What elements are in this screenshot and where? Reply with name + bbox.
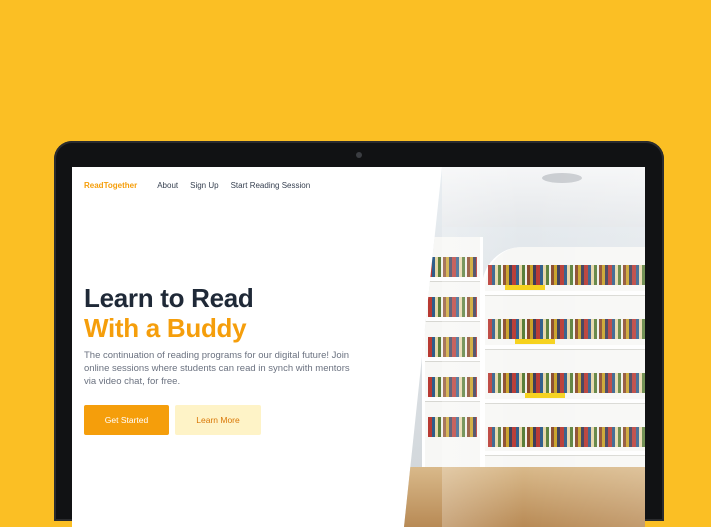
shelf-board [485, 291, 645, 295]
book-row [488, 373, 645, 393]
shelf-board [425, 397, 480, 401]
learn-more-button[interactable]: Learn More [175, 405, 261, 435]
bookshelf-near [482, 247, 645, 497]
book-row [428, 377, 477, 397]
nav-link-start-reading-session[interactable]: Start Reading Session [231, 181, 311, 190]
book-row [428, 297, 477, 317]
shelf-board [425, 317, 480, 321]
shelf-board [425, 357, 480, 361]
book-row [428, 417, 477, 437]
brand-logo[interactable]: ReadTogether [84, 181, 137, 190]
library-photo [404, 167, 645, 527]
shelf-board [425, 277, 480, 281]
wood-floor [404, 467, 645, 527]
book-row [488, 427, 645, 447]
webcam-dot [356, 152, 362, 158]
book-row [488, 319, 645, 339]
shelf-board [485, 345, 645, 349]
shelf-board [485, 399, 645, 403]
nav-link-sign-up[interactable]: Sign Up [190, 181, 218, 190]
book-row [428, 257, 477, 277]
shelf-label [515, 339, 555, 344]
hero-title: Learn to Read With a Buddy [84, 283, 254, 343]
bookshelf-far [422, 237, 483, 467]
book-row [428, 337, 477, 357]
shelf-label [525, 393, 565, 398]
shelf-board [485, 451, 645, 455]
ceiling-lamp [542, 173, 582, 183]
shelf-label [505, 285, 545, 290]
nav-link-about[interactable]: About [157, 181, 178, 190]
hero-description: The continuation of reading programs for… [84, 350, 350, 387]
book-row [488, 265, 645, 285]
top-nav: ReadTogether About Sign Up Start Reading… [84, 181, 322, 190]
laptop-screen: ReadTogether About Sign Up Start Reading… [72, 167, 645, 527]
laptop-frame: ReadTogether About Sign Up Start Reading… [54, 141, 664, 527]
get-started-button[interactable]: Get Started [84, 405, 169, 435]
hero-title-line1: Learn to Read [84, 283, 254, 313]
hero-title-line2: With a Buddy [84, 313, 247, 343]
